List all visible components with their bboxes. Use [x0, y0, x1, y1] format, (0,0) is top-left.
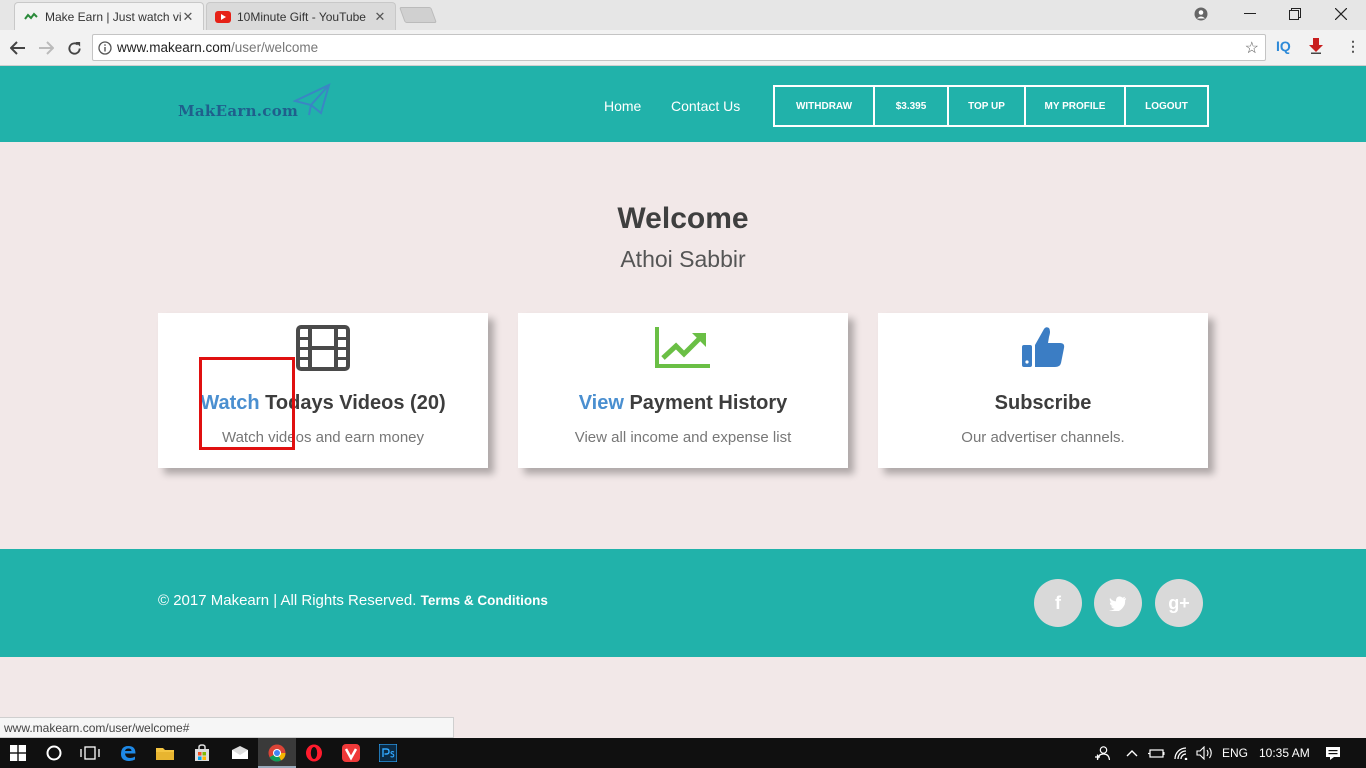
- payment-history-card[interactable]: View Payment History View all income and…: [518, 313, 848, 468]
- people-icon[interactable]: [1091, 742, 1113, 764]
- nav-home-link[interactable]: Home: [604, 98, 641, 114]
- store-icon[interactable]: [191, 742, 213, 764]
- chrome-icon[interactable]: [266, 742, 288, 764]
- paper-plane-icon: [293, 83, 331, 116]
- windows-start-icon[interactable]: [7, 742, 29, 764]
- volume-icon[interactable]: [1194, 742, 1216, 764]
- edge-browser-icon[interactable]: [117, 742, 139, 764]
- welcome-title: Welcome: [617, 202, 749, 235]
- withdraw-button[interactable]: WITHDRAW: [775, 87, 875, 125]
- url-host: www.makearn.com: [117, 40, 232, 55]
- url-path: /user/welcome: [231, 40, 319, 55]
- tab-youtube[interactable]: 10Minute Gift - YouTube ✕: [206, 2, 396, 30]
- action-center-icon[interactable]: [1322, 742, 1344, 764]
- card-title-highlight[interactable]: View: [579, 392, 624, 414]
- taskbar-clock[interactable]: 10:35 AM: [1259, 746, 1310, 760]
- file-explorer-icon[interactable]: [154, 742, 176, 764]
- top-up-button[interactable]: TOP UP: [949, 87, 1026, 125]
- restore-icon[interactable]: [1272, 0, 1318, 28]
- subscribe-card[interactable]: Subscribe Our advertiser channels.: [878, 313, 1208, 468]
- wifi-icon[interactable]: [1170, 742, 1192, 764]
- bookmark-star-icon[interactable]: ☆: [1245, 38, 1259, 58]
- tab-makearn[interactable]: Make Earn | Just watch vi ✕: [14, 2, 204, 30]
- tab-title: Make Earn | Just watch vi: [45, 9, 181, 24]
- nav-contact-link[interactable]: Contact Us: [671, 98, 740, 114]
- site-footer: © 2017 Makearn | All Rights Reserved. Te…: [0, 549, 1366, 657]
- task-view-icon[interactable]: [79, 742, 101, 764]
- site-header: MakEarn.com Home Contact Us WITHDRAW $3.…: [0, 66, 1366, 142]
- address-bar[interactable]: www.makearn.com/user/welcome ☆: [92, 34, 1266, 61]
- annotation-highlight-box: [199, 357, 295, 450]
- card-title-rest: Payment History: [623, 392, 788, 414]
- chrome-menu-icon[interactable]: ⋮: [1346, 38, 1360, 55]
- tab-title: 10Minute Gift - YouTube: [237, 9, 366, 24]
- site-logo[interactable]: MakEarn.com: [178, 102, 298, 120]
- forward-arrow-icon[interactable]: [34, 36, 58, 60]
- photoshop-icon[interactable]: [377, 742, 399, 764]
- chart-trend-icon: [518, 325, 848, 371]
- reload-icon[interactable]: [62, 36, 86, 60]
- download-extension-icon[interactable]: [1309, 38, 1323, 57]
- youtube-favicon-icon: [215, 9, 231, 25]
- profile-icon[interactable]: [1178, 0, 1224, 28]
- info-icon[interactable]: [93, 40, 117, 55]
- facebook-icon[interactable]: f: [1034, 579, 1082, 627]
- user-name: Athoi Sabbir: [620, 246, 746, 272]
- logout-button[interactable]: LOGOUT: [1126, 87, 1207, 125]
- mail-icon[interactable]: [229, 742, 251, 764]
- copyright-text: © 2017 Makearn | All Rights Reserved. Te…: [158, 592, 548, 609]
- browser-tab-strip: Make Earn | Just watch vi ✕ 10Minute Gif…: [0, 0, 1366, 30]
- card-subtitle: Our advertiser channels.: [961, 429, 1125, 446]
- new-tab-button[interactable]: [399, 7, 437, 23]
- card-title[interactable]: Subscribe: [878, 392, 1208, 415]
- chevron-up-icon[interactable]: [1121, 742, 1143, 764]
- copyright-label: © 2017 Makearn | All Rights Reserved.: [158, 592, 421, 609]
- terms-link[interactable]: Terms & Conditions: [421, 593, 548, 608]
- status-bar-url: www.makearn.com/user/welcome#: [0, 717, 454, 738]
- tab-close-icon[interactable]: ✕: [373, 9, 387, 25]
- cortana-icon[interactable]: [43, 742, 65, 764]
- card-title[interactable]: View Payment History: [518, 392, 848, 415]
- account-button-group: WITHDRAW $3.395 TOP UP MY PROFILE LOGOUT: [773, 85, 1209, 127]
- tab-close-icon[interactable]: ✕: [181, 9, 195, 25]
- vivaldi-icon[interactable]: [340, 742, 362, 764]
- close-window-icon[interactable]: [1318, 0, 1364, 28]
- battery-icon[interactable]: [1145, 742, 1167, 764]
- back-arrow-icon[interactable]: [6, 36, 30, 60]
- card-subtitle: View all income and expense list: [574, 429, 792, 446]
- opera-icon[interactable]: [303, 742, 325, 764]
- twitter-icon[interactable]: [1094, 579, 1142, 627]
- windows-taskbar: ENG 10:35 AM: [0, 738, 1366, 768]
- language-indicator[interactable]: ENG: [1222, 746, 1248, 760]
- makearn-favicon-icon: [23, 9, 39, 25]
- my-profile-button[interactable]: MY PROFILE: [1026, 87, 1126, 125]
- balance-button[interactable]: $3.395: [875, 87, 949, 125]
- minimize-icon[interactable]: [1227, 0, 1273, 28]
- thumbs-up-icon: [878, 325, 1208, 371]
- google-plus-icon[interactable]: g+: [1155, 579, 1203, 627]
- browser-toolbar: www.makearn.com/user/welcome ☆ IQ ⋮: [0, 30, 1366, 66]
- iq-extension-icon[interactable]: IQ: [1276, 38, 1291, 54]
